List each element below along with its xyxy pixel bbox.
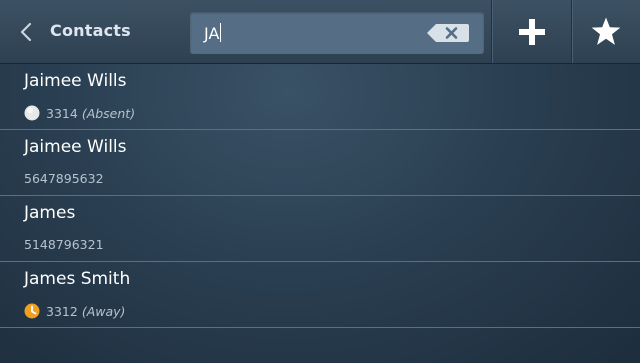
contact-row[interactable]: Jaimee Wills 5647895632: [0, 130, 640, 196]
contact-number: 5148796321: [24, 237, 104, 252]
contact-detail: 3314 (Absent): [24, 105, 135, 121]
search-input-value: JA: [204, 24, 220, 43]
contact-detail: 3312 (Away): [24, 303, 125, 319]
contact-detail: 5148796321: [24, 237, 104, 252]
contact-number: 5647895632: [24, 171, 104, 186]
favorites-button[interactable]: [572, 0, 640, 63]
contact-name: James Smith: [24, 269, 131, 289]
contact-name: James: [24, 203, 76, 223]
contact-row[interactable]: Jaimee Wills 3314 (Absent): [0, 64, 640, 130]
contact-number: 3314: [46, 105, 78, 121]
top-bar: Contacts JA: [0, 0, 640, 64]
back-button[interactable]: Contacts: [0, 0, 180, 63]
add-contact-button[interactable]: [492, 0, 571, 63]
presence-status: (Absent): [81, 105, 136, 121]
back-label: Contacts: [50, 21, 131, 40]
chevron-left-icon: [20, 22, 32, 42]
contact-name: Jaimee Wills: [24, 137, 127, 157]
presence-status: (Away): [81, 303, 126, 319]
contact-list: Jaimee Wills 3314 (Absent) Jaimee Wills …: [0, 64, 640, 328]
away-clock-icon: [24, 303, 40, 319]
contact-name: Jaimee Wills: [24, 71, 127, 91]
contact-row[interactable]: James 5148796321: [0, 196, 640, 262]
search-input[interactable]: JA: [190, 12, 484, 54]
contact-number: 3312: [46, 303, 78, 319]
text-caret: [220, 23, 222, 42]
plus-icon: [518, 18, 545, 45]
star-icon: [591, 17, 621, 45]
search-input-text: JA: [204, 23, 222, 43]
backspace-clear-icon[interactable]: [426, 23, 470, 43]
contact-row[interactable]: James Smith 3312 (Away): [0, 262, 640, 328]
contact-detail: 5647895632: [24, 171, 104, 186]
absent-status-icon: [24, 105, 40, 121]
